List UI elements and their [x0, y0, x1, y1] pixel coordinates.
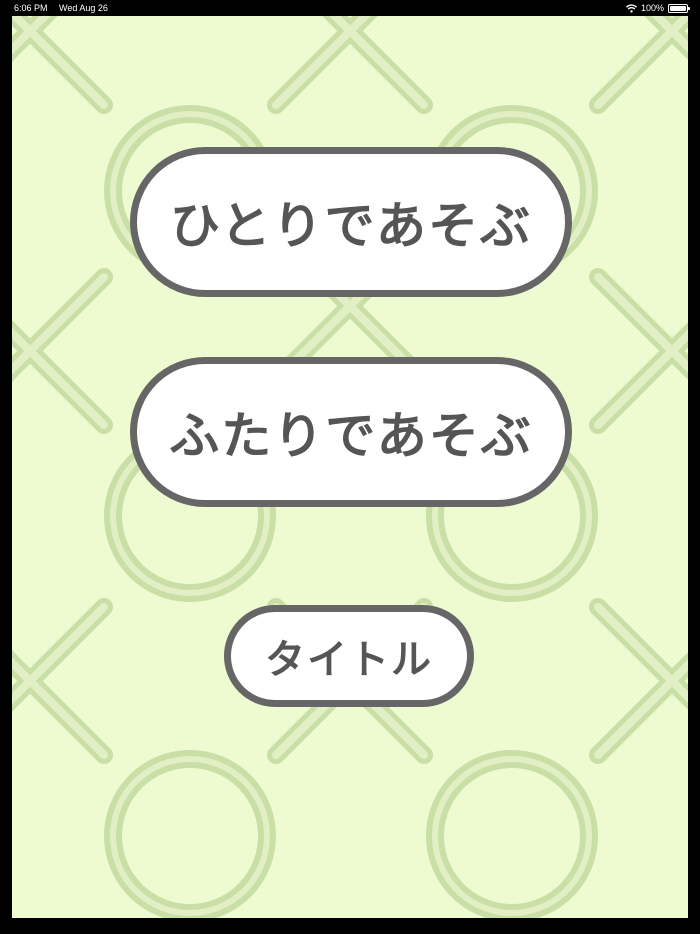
single-player-button[interactable]: ひとりであそぶ: [130, 147, 572, 297]
status-date: Wed Aug 26: [59, 3, 108, 13]
two-player-label: ふたりであそぶ: [169, 407, 533, 465]
battery-icon: [668, 3, 690, 13]
status-right: 100%: [625, 1, 690, 15]
single-player-label: ひとりであそぶ: [170, 197, 532, 255]
title-label: タイトル: [265, 637, 433, 683]
status-left: 6:06 PM Wed Aug 26: [14, 1, 117, 15]
game-menu-screen: ひとりであそぶ ふたりであそぶ タイトル: [12, 16, 688, 918]
wifi-icon: [625, 3, 637, 13]
bottom-bezel: [0, 918, 700, 934]
battery-percent: 100%: [640, 3, 664, 13]
status-time: 6:06 PM: [14, 3, 48, 13]
status-bar: 6:06 PM Wed Aug 26 100%: [0, 0, 700, 16]
two-player-button[interactable]: ふたりであそぶ: [130, 357, 572, 507]
title-button[interactable]: タイトル: [224, 605, 474, 707]
